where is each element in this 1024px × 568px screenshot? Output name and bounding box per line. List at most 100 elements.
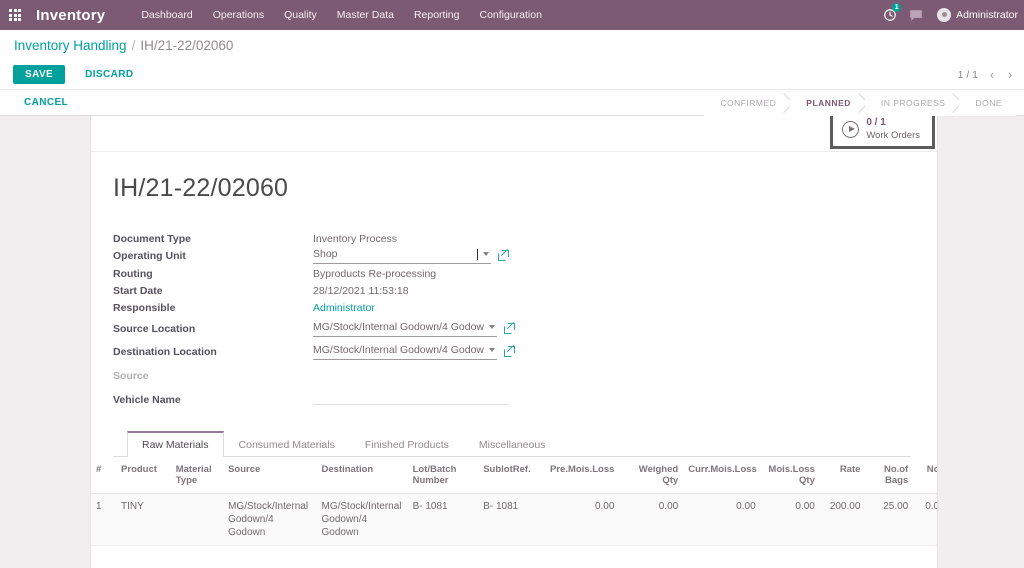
vehicle-name-input[interactable] bbox=[313, 390, 509, 405]
cell-weighed-qty[interactable]: 0.00 bbox=[619, 493, 684, 546]
tab-consumed-materials[interactable]: Consumed Materials bbox=[224, 431, 350, 457]
tab-raw-materials[interactable]: Raw Materials bbox=[127, 431, 224, 457]
chat-bubble-icon[interactable] bbox=[903, 0, 929, 30]
status-bar: CONFIRMED PLANNED IN PROGRESS DONE bbox=[704, 89, 1016, 116]
menu-item-reporting[interactable]: Reporting bbox=[404, 0, 470, 30]
col-no-of-bags[interactable]: No.of Bags bbox=[865, 457, 914, 494]
col-mois-loss-qty[interactable]: Mois.Loss Qty bbox=[760, 457, 820, 494]
source-input[interactable] bbox=[313, 366, 509, 369]
chevron-down-icon[interactable] bbox=[489, 348, 495, 352]
control-panel: SAVE DISCARD 1 / 1 ‹ › bbox=[0, 60, 1024, 89]
menu-item-operations[interactable]: Operations bbox=[203, 0, 274, 30]
main-menu: Dashboard Operations Quality Master Data… bbox=[131, 0, 552, 30]
status-stage-confirmed[interactable]: CONFIRMED bbox=[704, 89, 791, 116]
field-row-start-date: Start Date 28/12/2021 11:53:18 bbox=[113, 281, 533, 298]
col-lot-batch-number[interactable]: Lot/Batch Number bbox=[407, 457, 479, 494]
breadcrumb-current: IH/21-22/02060 bbox=[140, 37, 234, 53]
breadcrumb-parent-link[interactable]: Inventory Handling bbox=[14, 38, 127, 53]
cell-nos[interactable]: 0.00 bbox=[913, 493, 937, 546]
activity-count-badge: 1 bbox=[892, 3, 902, 12]
record-pager: 1 / 1 ‹ › bbox=[954, 65, 1018, 85]
col-seq[interactable]: # bbox=[91, 457, 117, 494]
notebook-tabs: Raw Materials Consumed Materials Finishe… bbox=[113, 431, 911, 457]
operating-unit-input[interactable]: Shop bbox=[313, 246, 491, 264]
col-nos[interactable]: Nos bbox=[913, 457, 937, 494]
col-weighed-qty[interactable]: Weighed Qty bbox=[619, 457, 684, 494]
table-header-row: # Product Material Type Source Destinati… bbox=[91, 457, 937, 494]
cancel-button[interactable]: CANCEL bbox=[18, 96, 74, 109]
cell-seq: 1 bbox=[91, 493, 117, 546]
label-operating-unit: Operating Unit bbox=[113, 250, 186, 262]
value-document-type: Inventory Process bbox=[313, 233, 398, 245]
work-orders-count: 0 / 1 bbox=[866, 117, 886, 128]
internal-link-icon-destination-location[interactable] bbox=[504, 344, 515, 357]
tab-finished-products[interactable]: Finished Products bbox=[350, 431, 464, 457]
label-routing: Routing bbox=[113, 268, 153, 280]
field-row-vehicle-name: Vehicle Name bbox=[113, 390, 533, 407]
table-row[interactable]: 1 TINY MG/Stock/Internal Godown/4 Godown… bbox=[91, 493, 937, 546]
menu-item-configuration[interactable]: Configuration bbox=[469, 0, 551, 30]
breadcrumb-separator: / bbox=[131, 37, 136, 53]
app-brand-title[interactable]: Inventory bbox=[36, 7, 105, 24]
chevron-left-icon[interactable]: ‹ bbox=[984, 65, 1000, 85]
text-cursor bbox=[477, 248, 478, 260]
cell-no-of-bags[interactable]: 25.00 bbox=[865, 493, 914, 546]
status-stage-done[interactable]: DONE bbox=[959, 89, 1016, 116]
destination-location-input[interactable]: MG/Stock/Internal Godown/4 Godow bbox=[313, 342, 497, 360]
value-responsible[interactable]: Administrator bbox=[313, 298, 375, 315]
chevron-down-icon[interactable] bbox=[483, 252, 489, 256]
source-location-input[interactable]: MG/Stock/Internal Godown/4 Godow bbox=[313, 319, 497, 337]
cell-mois-loss-qty[interactable]: 0.00 bbox=[760, 493, 820, 546]
internal-link-icon-operating-unit[interactable] bbox=[498, 248, 509, 261]
operating-unit-value: Shop bbox=[313, 248, 338, 260]
navbar-right-section: 1 Administrator bbox=[877, 0, 1024, 30]
label-source: Source bbox=[113, 370, 149, 382]
apps-grid-icon[interactable] bbox=[0, 0, 30, 30]
col-sublot-ref[interactable]: SublotRef. bbox=[478, 457, 542, 494]
col-curr-mois-loss[interactable]: Curr.Mois.Loss bbox=[683, 457, 761, 494]
discard-button[interactable]: DISCARD bbox=[79, 68, 139, 81]
cell-lot-batch-number[interactable]: B- 1081 bbox=[407, 493, 479, 546]
col-pre-mois-loss[interactable]: Pre.Mois.Loss bbox=[541, 457, 620, 494]
label-destination-location: Destination Location bbox=[113, 346, 217, 358]
status-action-row: CANCEL CONFIRMED PLANNED IN PROGRESS DON… bbox=[0, 89, 1024, 116]
field-row-source: Source bbox=[113, 366, 533, 383]
page-body: 0 / 1 Work Orders IH/21-22/02060 Documen… bbox=[0, 116, 1024, 568]
cell-material-type[interactable] bbox=[170, 493, 224, 546]
raw-materials-table: # Product Material Type Source Destinati… bbox=[91, 457, 937, 568]
menu-item-dashboard[interactable]: Dashboard bbox=[131, 0, 202, 30]
cell-pre-mois-loss[interactable]: 0.00 bbox=[541, 493, 620, 546]
menu-item-master-data[interactable]: Master Data bbox=[327, 0, 404, 30]
internal-link-icon-source-location[interactable] bbox=[504, 321, 515, 334]
field-row-destination-location: Destination Location MG/Stock/Internal G… bbox=[113, 342, 533, 360]
pager-value: 1 / 1 bbox=[957, 68, 978, 81]
cell-destination[interactable]: MG/Stock/Internal Godown/4 Godown bbox=[316, 493, 408, 546]
cell-curr-mois-loss[interactable]: 0.00 bbox=[683, 493, 761, 546]
menu-item-quality[interactable]: Quality bbox=[274, 0, 327, 30]
col-source[interactable]: Source bbox=[223, 457, 317, 494]
table-empty-row bbox=[91, 545, 937, 568]
save-button[interactable]: SAVE bbox=[13, 65, 66, 84]
col-product[interactable]: Product bbox=[116, 457, 171, 494]
top-navbar: Inventory Dashboard Operations Quality M… bbox=[0, 0, 1024, 30]
field-row-routing: Routing Byproducts Re-processing bbox=[113, 264, 533, 281]
source-location-value: MG/Stock/Internal Godown/4 Godow bbox=[313, 321, 484, 333]
page-title: IH/21-22/02060 bbox=[113, 174, 289, 202]
cell-source[interactable]: MG/Stock/Internal Godown/4 Godown bbox=[223, 493, 317, 546]
field-row-document-type: Document Type Inventory Process bbox=[113, 229, 533, 246]
col-material-type[interactable]: Material Type bbox=[170, 457, 224, 494]
status-stage-planned[interactable]: PLANNED bbox=[790, 89, 865, 116]
user-menu[interactable]: Administrator bbox=[929, 8, 1022, 22]
status-stage-in-progress[interactable]: IN PROGRESS bbox=[864, 89, 960, 116]
cell-product[interactable]: TINY bbox=[116, 493, 171, 546]
cell-sublot-ref[interactable]: B- 1081 bbox=[478, 493, 542, 546]
work-orders-stat-button[interactable]: 0 / 1 Work Orders bbox=[830, 116, 935, 150]
value-routing: Byproducts Re-processing bbox=[313, 268, 437, 280]
chevron-right-icon[interactable]: › bbox=[1002, 65, 1018, 85]
col-rate[interactable]: Rate bbox=[819, 457, 866, 494]
tab-miscellaneous[interactable]: Miscellaneous bbox=[464, 431, 561, 457]
col-destination[interactable]: Destination bbox=[316, 457, 408, 494]
cell-rate[interactable]: 200.00 bbox=[819, 493, 866, 546]
clock-activity-icon[interactable]: 1 bbox=[877, 0, 903, 30]
chevron-down-icon[interactable] bbox=[489, 325, 495, 329]
